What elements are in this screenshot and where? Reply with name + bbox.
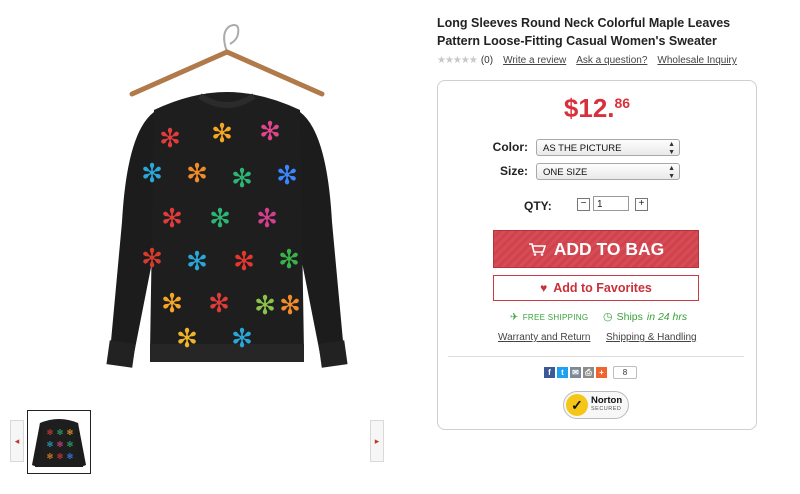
facebook-icon[interactable]: f xyxy=(544,367,555,378)
svg-text:✻: ✻ xyxy=(57,428,64,437)
add-to-favorites-label: Add to Favorites xyxy=(553,281,652,295)
gallery-thumbnail[interactable]: ✻ ✻ ✻ ✻ ✻ ✻ ✻ ✻ ✻ xyxy=(27,410,91,474)
ships-time: in 24 hrs xyxy=(646,310,688,323)
email-icon[interactable]: ✉ xyxy=(570,367,581,378)
price-cents: 86 xyxy=(614,95,631,111)
twitter-icon[interactable]: t xyxy=(557,367,568,378)
svg-text:✻: ✻ xyxy=(211,119,233,149)
svg-text:✻: ✻ xyxy=(276,161,298,191)
svg-text:✻: ✻ xyxy=(141,159,163,189)
svg-text:✻: ✻ xyxy=(47,452,54,461)
share-count: 8 xyxy=(613,366,637,379)
norton-secured-text: SECURED xyxy=(591,406,622,412)
print-icon[interactable]: ⎙ xyxy=(583,367,594,378)
svg-text:✻: ✻ xyxy=(57,440,64,449)
ask-question-link[interactable]: Ask a question? xyxy=(576,55,647,66)
svg-text:✻: ✻ xyxy=(254,291,276,321)
addthis-plus-icon[interactable]: + xyxy=(596,367,607,378)
svg-text:✻: ✻ xyxy=(176,324,198,354)
shipping-handling-link[interactable]: Shipping & Handling xyxy=(606,332,697,343)
svg-text:✻: ✻ xyxy=(186,247,208,277)
divider xyxy=(448,356,744,357)
product-main-image: ✻ ✻ ✻ ✻ ✻ ✻ ✻ ✻ ✻ ✻ ✻ ✻ ✻ ✻ ✻ ✻ ✻ ✻ ✻ ✻ xyxy=(106,24,348,368)
add-to-favorites-button[interactable]: ♥ Add to Favorites xyxy=(493,275,699,301)
cart-icon xyxy=(528,243,546,256)
svg-text:✻: ✻ xyxy=(278,245,300,275)
ships-prefix: Ships xyxy=(616,310,643,323)
qty-increase-button[interactable]: + xyxy=(635,198,648,211)
add-to-bag-button[interactable]: ADD TO BAG xyxy=(493,230,699,268)
size-select[interactable]: ONE SIZE ▲ ▼ xyxy=(536,163,680,180)
svg-text:✻: ✻ xyxy=(57,452,64,461)
ships-in: ◷ Ships in 24 hrs xyxy=(603,310,688,324)
svg-text:✻: ✻ xyxy=(231,164,253,194)
size-label: Size: xyxy=(499,164,528,178)
price: $12.86 xyxy=(438,93,756,124)
qty-label: QTY: xyxy=(524,199,552,213)
svg-text:✻: ✻ xyxy=(67,452,74,461)
svg-text:✻: ✻ xyxy=(141,244,163,274)
color-select-value: AS THE PICTURE xyxy=(543,143,622,154)
clock-icon: ◷ xyxy=(603,311,613,323)
norton-brand: Norton xyxy=(591,395,623,406)
svg-text:✻: ✻ xyxy=(67,440,74,449)
write-review-link[interactable]: Write a review xyxy=(503,55,566,66)
svg-text:✻: ✻ xyxy=(161,204,183,234)
share-row: f t ✉ ⎙ + 8 xyxy=(544,366,637,379)
svg-text:✻: ✻ xyxy=(256,204,278,234)
add-to-bag-label: ADD TO BAG xyxy=(553,238,665,259)
color-select[interactable]: AS THE PICTURE ▲ ▼ xyxy=(536,139,680,156)
qty-input[interactable]: 1 xyxy=(593,196,629,211)
svg-text:✻: ✻ xyxy=(259,117,281,147)
svg-text:✻: ✻ xyxy=(161,289,183,319)
svg-text:✻: ✻ xyxy=(233,247,255,277)
color-label: Color: xyxy=(492,140,528,154)
free-shipping: ✈ FREE SHIPPING xyxy=(510,312,588,323)
select-arrows-icon: ▲ ▼ xyxy=(668,140,675,156)
star-rating-icon: ★★★★★ xyxy=(437,55,478,66)
select-arrows-icon: ▲ ▼ xyxy=(668,164,675,180)
svg-text:✻: ✻ xyxy=(67,428,74,437)
chevron-right-icon: ▸ xyxy=(374,435,380,446)
price-dollars: $12. xyxy=(563,93,615,123)
svg-text:✻: ✻ xyxy=(231,324,253,354)
buy-box: $12.86 Color: AS THE PICTURE ▲ ▼ Size: ON… xyxy=(437,80,757,430)
thumbnail-image: ✻ ✻ ✻ ✻ ✻ ✻ ✻ ✻ ✻ xyxy=(32,419,86,467)
free-shipping-label: FREE SHIPPING xyxy=(522,313,589,322)
svg-text:✻: ✻ xyxy=(186,159,208,189)
wholesale-inquiry-link[interactable]: Wholesale Inquiry xyxy=(657,55,736,66)
product-title: Long Sleeves Round Neck Colorful Maple L… xyxy=(437,16,731,48)
size-select-value: ONE SIZE xyxy=(543,167,588,178)
svg-text:✻: ✻ xyxy=(279,291,301,321)
heart-icon: ♥ xyxy=(540,281,548,295)
warranty-return-link[interactable]: Warranty and Return xyxy=(498,332,590,343)
qty-decrease-button[interactable]: − xyxy=(577,198,590,211)
chevron-left-icon: ◂ xyxy=(14,435,20,446)
svg-text:✻: ✻ xyxy=(47,428,54,437)
plane-icon: ✈ xyxy=(510,312,519,323)
gallery-next-button[interactable]: ▸ xyxy=(370,420,384,462)
norton-secured-badge[interactable]: ✓ Norton SECURED xyxy=(563,391,629,419)
review-count: (0) xyxy=(480,55,494,66)
gallery-prev-button[interactable]: ◂ xyxy=(10,420,24,462)
rating-row: ★★★★★ (0) Write a review Ask a question?… xyxy=(437,55,737,66)
svg-text:✻: ✻ xyxy=(159,124,181,154)
svg-text:✻: ✻ xyxy=(47,440,54,449)
checkmark-icon: ✓ xyxy=(566,394,588,416)
svg-text:✻: ✻ xyxy=(208,289,230,319)
svg-text:✻: ✻ xyxy=(209,204,231,234)
